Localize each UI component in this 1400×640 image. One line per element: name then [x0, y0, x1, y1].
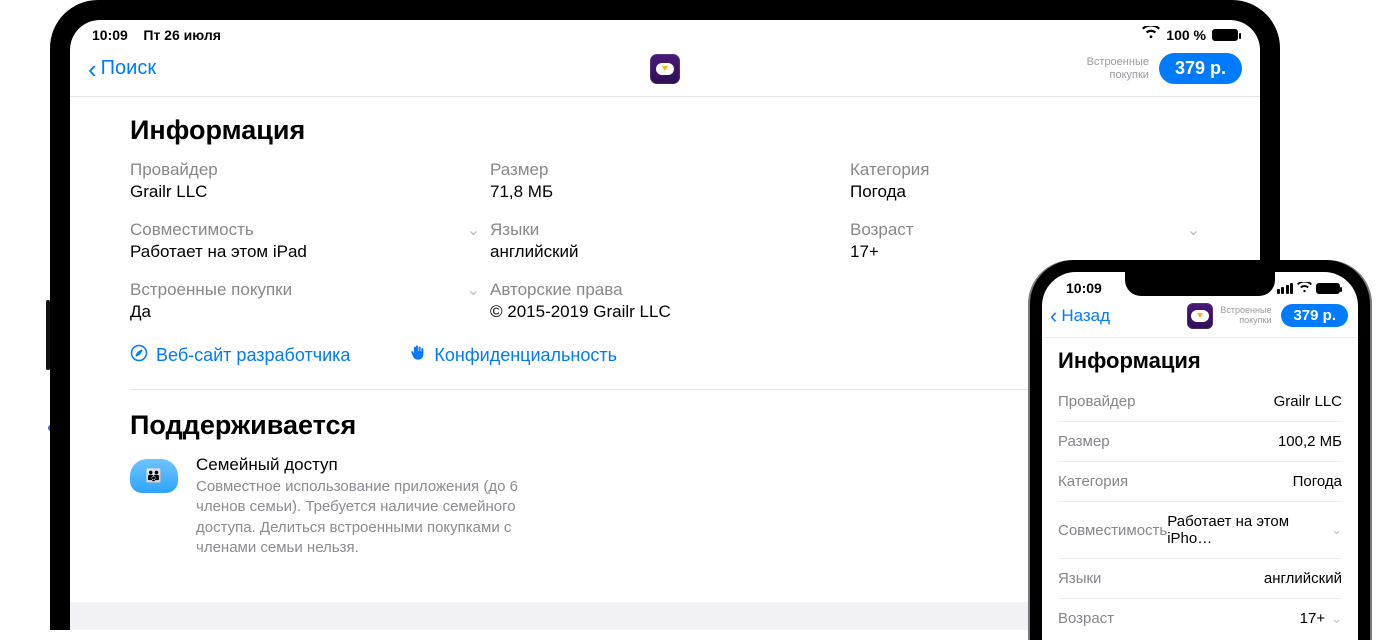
developer-website-link[interactable]: Веб-сайт разработчика [130, 344, 350, 367]
battery-icon [1212, 29, 1238, 41]
chevron-down-icon: ⌄ [1331, 611, 1342, 627]
family-desc: Совместное использование приложения (до … [196, 477, 536, 558]
section-information-title: Информация [130, 115, 1200, 146]
cell-copyright: Авторские права © 2015-2019 Grailr LLC [490, 280, 840, 322]
status-time: 10:09 [92, 27, 128, 43]
iphone-notch [1125, 272, 1275, 296]
row-compatibility[interactable]: Совместимость Работает на этом iPho…⌄ [1058, 502, 1342, 559]
status-battery-pct: 100 % [1166, 27, 1206, 43]
back-label: Назад [1061, 306, 1110, 326]
row-languages: Языки английский [1058, 559, 1342, 599]
chevron-down-icon: ⌄ [467, 280, 480, 300]
cell-languages: Языки английский [490, 220, 840, 262]
section-information-title: Информация [1058, 348, 1342, 374]
price-button[interactable]: 379 р. [1159, 53, 1242, 84]
compass-icon [130, 344, 148, 367]
cell-category: Категория Погода [850, 160, 1200, 202]
chevron-down-icon: ⌄ [1187, 220, 1200, 240]
wifi-icon [1297, 280, 1312, 296]
row-size: Размер 100,2 МБ [1058, 422, 1342, 462]
family-title: Семейный доступ [196, 455, 536, 475]
privacy-link[interactable]: Конфиденциальность [410, 344, 617, 367]
back-label: Поиск [101, 57, 156, 80]
iphone-device-frame: 10:09 ‹ Назад Встроенные покупки [1030, 260, 1370, 640]
hand-icon [410, 344, 426, 367]
row-provider: Провайдер Grailr LLC [1058, 382, 1342, 422]
back-button[interactable]: ‹ Поиск [88, 56, 156, 82]
back-button[interactable]: ‹ Назад [1050, 305, 1110, 327]
family-sharing-icon: 👪 [130, 459, 178, 493]
status-left: 10:09 Пт 26 июля [92, 27, 221, 43]
chevron-down-icon: ⌄ [1331, 522, 1342, 538]
status-right: 100 % [1142, 26, 1238, 43]
status-right [1277, 280, 1341, 296]
status-date: Пт 26 июля [143, 27, 221, 43]
iphone-content: Информация Провайдер Grailr LLC Размер 1… [1042, 338, 1358, 638]
nav-app-icon[interactable] [1187, 303, 1213, 329]
row-age[interactable]: Возраст 17+⌄ [1058, 599, 1342, 638]
cell-compatibility[interactable]: Совместимость ⌄ Работает на этом iPad [130, 220, 480, 262]
iphone-nav-bar: ‹ Назад Встроенные покупки 379 р. [1042, 296, 1358, 338]
chevron-left-icon: ‹ [1050, 305, 1057, 327]
row-category: Категория Погода [1058, 462, 1342, 502]
iphone-screen: 10:09 ‹ Назад Встроенные покупки [1042, 272, 1358, 640]
cell-iap[interactable]: Встроенные покупки ⌄ Да [130, 280, 480, 322]
cell-provider: Провайдер Grailr LLC [130, 160, 480, 202]
ipad-status-bar: 10:09 Пт 26 июля 100 % [70, 20, 1260, 43]
ipad-nav-bar: ‹ Поиск Встроенные покупки 379 р. [70, 43, 1260, 97]
price-button[interactable]: 379 р. [1281, 304, 1348, 327]
status-time: 10:09 [1066, 280, 1102, 296]
chevron-down-icon: ⌄ [467, 220, 480, 240]
iap-label: Встроенные покупки [1087, 56, 1149, 80]
nav-right: Встроенные покупки 379 р. [1087, 53, 1242, 84]
nav-app-icon[interactable] [650, 54, 680, 84]
battery-icon [1316, 283, 1340, 294]
nav-right: Встроенные покупки 379 р. [1220, 304, 1348, 327]
iap-label: Встроенные покупки [1220, 306, 1271, 326]
wifi-icon [1142, 26, 1160, 43]
cellular-icon [1277, 283, 1294, 294]
cell-size: Размер 71,8 МБ [490, 160, 840, 202]
cell-age[interactable]: Возраст ⌄ 17+ [850, 220, 1200, 262]
chevron-left-icon: ‹ [88, 56, 97, 82]
